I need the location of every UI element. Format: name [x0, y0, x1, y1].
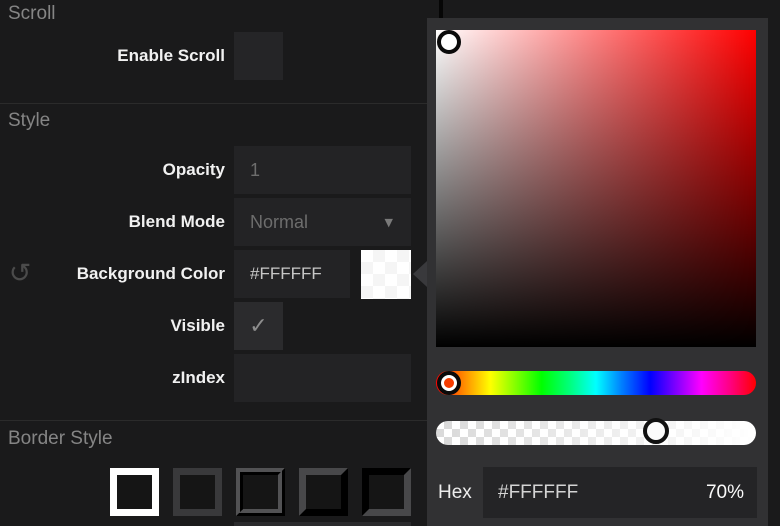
zindex-label: zIndex — [30, 354, 225, 402]
color-picker-popup: Hex 70% — [427, 18, 768, 526]
border-style-option-3[interactable] — [236, 468, 285, 516]
saturation-value-cursor[interactable] — [437, 30, 461, 54]
next-field-peek — [234, 522, 411, 526]
alpha-slider-handle[interactable] — [643, 418, 669, 444]
background-color-swatch[interactable] — [361, 250, 411, 299]
divider — [0, 420, 427, 421]
background-color-hex-input[interactable] — [234, 250, 350, 298]
popup-caret-icon — [413, 261, 427, 287]
blend-mode-select[interactable]: Normal ▼ — [234, 198, 411, 246]
section-header-scroll: Scroll — [8, 3, 56, 25]
border-style-option-5[interactable] — [362, 468, 411, 516]
hex-value-field[interactable]: 70% — [483, 467, 757, 518]
border-style-option-4[interactable] — [299, 468, 348, 516]
hue-slider[interactable] — [436, 371, 756, 395]
opacity-label: Opacity — [30, 146, 225, 194]
enable-scroll-checkbox[interactable] — [234, 32, 283, 80]
hue-handle-dot — [444, 378, 454, 388]
border-style-option-solid-selected[interactable] — [110, 468, 159, 516]
alpha-slider[interactable] — [436, 421, 756, 445]
hue-slider-handle[interactable] — [437, 371, 461, 395]
chevron-down-icon: ▼ — [385, 216, 393, 229]
opacity-input[interactable] — [234, 146, 411, 194]
zindex-input[interactable] — [234, 354, 411, 402]
border-style-option-2[interactable] — [173, 468, 222, 516]
visible-checkbox[interactable]: ✓ — [234, 302, 283, 350]
blend-mode-label: Blend Mode — [30, 198, 225, 246]
divider — [0, 103, 427, 104]
alpha-percent-value[interactable]: 70% — [706, 482, 744, 504]
visible-label: Visible — [30, 302, 225, 350]
saturation-value-area[interactable] — [436, 30, 756, 347]
properties-panel: Scroll Enable Scroll Style Opacity Blend… — [0, 0, 780, 526]
background-color-label: Background Color — [30, 250, 225, 298]
hex-value-input[interactable] — [483, 482, 643, 504]
section-header-style: Style — [8, 110, 50, 132]
hex-label: Hex — [438, 467, 472, 518]
enable-scroll-label: Enable Scroll — [30, 32, 225, 80]
blend-mode-value: Normal — [250, 212, 308, 233]
section-header-border-style: Border Style — [8, 428, 113, 450]
check-icon: ✓ — [249, 314, 267, 339]
scrollbar-thumb[interactable] — [439, 0, 443, 18]
